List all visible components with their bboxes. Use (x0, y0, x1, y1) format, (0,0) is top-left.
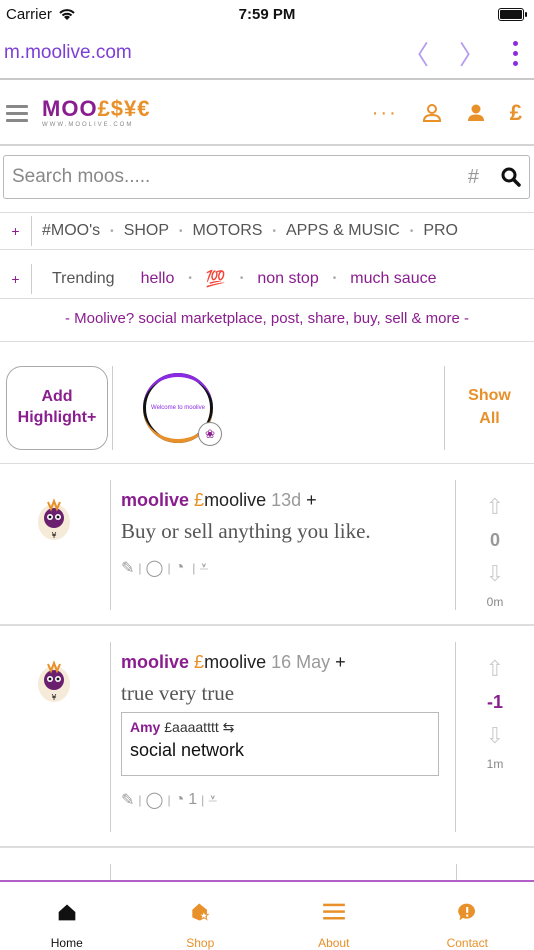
post-card: ¥ moolive £moolive 13d + Buy or sell any… (0, 466, 534, 626)
down-chevron-icon[interactable]: ⩡ (208, 791, 217, 809)
trending-add-button[interactable]: + (0, 263, 32, 294)
tab-shop[interactable]: Shop (134, 882, 268, 950)
logo[interactable]: MOO£$¥€ WWW.MOOLIVE.COM (42, 98, 151, 129)
search-input[interactable] (12, 166, 468, 188)
more-button[interactable]: ··· (372, 102, 398, 125)
svg-text:¥: ¥ (51, 693, 56, 702)
category-motors[interactable]: MOTORS (183, 222, 273, 240)
category-apps-music[interactable]: APPS & MUSIC (276, 222, 410, 240)
show-all-button[interactable]: Show All (444, 365, 534, 450)
status-bar: Carrier 7:59 PM (0, 0, 534, 28)
post-actions: ✎ | ◯ | ◔ | ⩡ (121, 558, 209, 578)
highlight-avatar-badge: ❀ (198, 421, 222, 446)
home-icon (58, 904, 76, 921)
vote-column: ⇧ -1 ⇩ 1m (456, 642, 534, 832)
chat-icon (458, 903, 476, 921)
vote-score: -1 (486, 692, 503, 712)
quote-author[interactable]: Amy (130, 719, 160, 735)
upvote-icon[interactable]: ⇧ (486, 494, 504, 520)
trending-tag[interactable]: much sauce (336, 270, 450, 288)
quoted-post[interactable]: Amy £aaaatttt ⇆ social network (121, 712, 439, 776)
hashtag-toggle[interactable]: # (468, 166, 479, 189)
post-body: moolive £moolive 16 May + true very true… (110, 642, 456, 832)
browser-bar: m.moolive.com 〈 〉 (0, 28, 534, 80)
post-actions: ✎ | ◯ | ◔ 1 | ⩡ (121, 790, 218, 810)
avatar[interactable]: ¥ (34, 496, 74, 544)
post-handle[interactable]: moolive (204, 490, 266, 510)
header-actions: ··· £ (372, 100, 528, 126)
url-text[interactable]: m.moolive.com (4, 42, 388, 64)
follow-button[interactable]: + (306, 490, 317, 510)
tab-contact[interactable]: Contact (401, 882, 534, 950)
reshare-count: 1 (188, 791, 198, 808)
highlights-strip: Add Highlight+ Welcome to moolive ❀ Show A… (0, 352, 534, 464)
post-author[interactable]: moolive (121, 652, 189, 672)
downvote-icon[interactable]: ⇩ (486, 723, 504, 749)
down-chevron-icon[interactable]: ⩡ (199, 559, 208, 577)
trending-row: + Trending hello • 💯 • non stop • much sauc… (0, 259, 534, 299)
forward-button[interactable]: 〉 (444, 35, 500, 72)
search-icon[interactable] (501, 167, 521, 187)
pie-chart-icon[interactable]: ◔ (175, 559, 185, 577)
post-age: 16 May (271, 652, 331, 672)
next-post-peek (0, 850, 534, 880)
post-author[interactable]: moolive (121, 490, 189, 510)
category-shop[interactable]: SHOP (114, 222, 179, 240)
post-text[interactable]: Buy or sell anything you like. (121, 519, 455, 544)
trending-tag[interactable]: non stop (243, 270, 332, 288)
search-box: # (3, 155, 530, 199)
tab-home[interactable]: Home (0, 882, 134, 950)
upvote-icon[interactable]: ⇧ (486, 656, 504, 682)
currency-pound-icon[interactable]: £ (510, 100, 522, 126)
battery-icon (498, 7, 527, 21)
svg-text:¥: ¥ (51, 531, 56, 540)
trending-tag[interactable]: hello (127, 270, 189, 288)
post-text[interactable]: true very true (121, 681, 455, 706)
pie-chart-icon[interactable]: ◔ (175, 791, 185, 809)
divider (112, 365, 113, 450)
quote-text: social network (130, 740, 245, 760)
trending-label: Trending (52, 269, 115, 287)
post-header: moolive £moolive 16 May + (121, 652, 346, 672)
highlight-thumbnail[interactable]: Welcome to moolive ❀ (143, 372, 222, 446)
post-card: ¥ moolive £moolive 16 May + true very tr… (0, 628, 534, 848)
category-moos[interactable]: #MOO's (32, 222, 110, 240)
comment-icon[interactable]: ◯ (146, 558, 164, 578)
app-header: MOO£$¥€ WWW.MOOLIVE.COM ··· £ (0, 82, 534, 146)
vote-score: 0 (489, 530, 500, 550)
shop-star-icon (192, 903, 210, 921)
user-filled-icon[interactable] (466, 103, 486, 123)
edit-pencil-icon[interactable]: ✎ (121, 558, 134, 578)
category-pro[interactable]: PRO (413, 222, 468, 240)
vote-column: ⇧ 0 ⇩ 0m (456, 480, 534, 610)
clock: 7:59 PM (238, 5, 296, 23)
hamburger-icon[interactable] (6, 104, 28, 122)
post-age: 13d (271, 490, 302, 510)
reshare-arrows-icon: ⇆ (222, 719, 235, 735)
downvote-icon[interactable]: ⇩ (486, 561, 504, 587)
edit-pencil-icon[interactable]: ✎ (121, 790, 134, 810)
post-handle[interactable]: moolive (204, 652, 266, 672)
menu-icon (322, 903, 345, 920)
trending-tag[interactable]: 💯 (192, 269, 240, 289)
tab-about[interactable]: About (267, 882, 401, 950)
post-time: 0m (486, 595, 504, 609)
add-highlight-button[interactable]: Add Highlight+ (6, 365, 108, 450)
post-header: moolive £moolive 13d + (121, 490, 317, 510)
bottom-tab-bar: Home Shop About Contact (0, 880, 534, 950)
category-row: + #MOO's • SHOP • MOTORS • APPS & MUSIC • PR… (0, 212, 534, 250)
quote-handle[interactable]: £aaaatttt (164, 719, 219, 735)
category-add-button[interactable]: + (0, 216, 32, 246)
back-button[interactable]: 〈 (388, 35, 444, 72)
post-body: moolive £moolive 13d + Buy or sell anyth… (110, 480, 456, 610)
follow-button[interactable]: + (335, 652, 346, 672)
comment-icon[interactable]: ◯ (146, 790, 164, 810)
tagline: - Moolive? social marketplace, post, sha… (0, 310, 534, 342)
user-outline-icon[interactable] (422, 103, 442, 123)
avatar[interactable]: ¥ (34, 658, 74, 706)
kebab-menu-icon[interactable] (500, 40, 530, 66)
post-time: 1m (486, 757, 504, 771)
